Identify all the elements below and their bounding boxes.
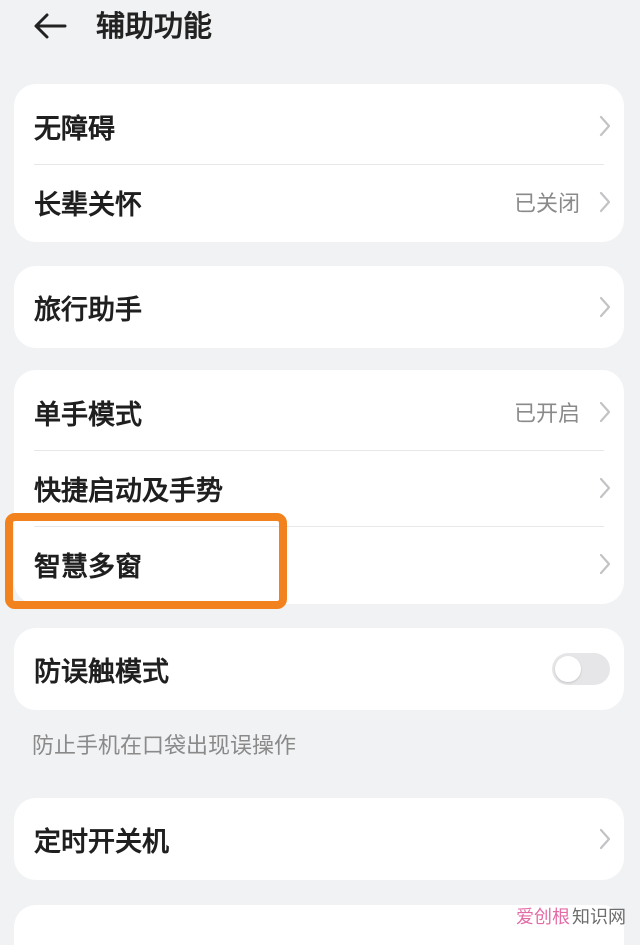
row-label: 长辈关怀 bbox=[34, 189, 142, 221]
row-label: 智慧多窗 bbox=[34, 551, 142, 583]
row-label: 单手模式 bbox=[34, 399, 142, 431]
status-value: 已关闭 bbox=[513, 192, 580, 217]
row-label: 快捷启动及手势 bbox=[34, 475, 223, 507]
chevron-right-icon bbox=[596, 398, 614, 426]
chevron-right-icon bbox=[596, 825, 614, 853]
watermark-brand: 爱创根 bbox=[516, 907, 570, 928]
anti-mistouch-description: 防止手机在口袋出现误操作 bbox=[32, 734, 297, 759]
page-title: 辅助功能 bbox=[96, 9, 213, 43]
row-travel-assistant[interactable]: 旅行助手 bbox=[14, 269, 624, 345]
arrow-left-icon bbox=[34, 13, 67, 39]
settings-card-4: 防误触模式 bbox=[14, 628, 624, 710]
chevron-right-icon bbox=[596, 188, 614, 216]
status-value: 已开启 bbox=[513, 402, 580, 427]
header-bar: 辅助功能 bbox=[0, 0, 640, 60]
settings-card-2: 旅行助手 bbox=[14, 266, 624, 348]
row-label: 定时开关机 bbox=[34, 826, 169, 858]
chevron-right-icon bbox=[596, 293, 614, 321]
anti-mistouch-toggle[interactable] bbox=[552, 653, 610, 685]
back-button[interactable] bbox=[28, 8, 72, 44]
settings-card-5: 定时开关机 bbox=[14, 798, 624, 880]
row-anti-mistouch: 防误触模式 bbox=[14, 631, 624, 707]
row-smart-multiwindow[interactable]: 智慧多窗 bbox=[14, 526, 624, 602]
chevron-right-icon bbox=[596, 550, 614, 578]
row-label: 无障碍 bbox=[34, 113, 115, 145]
chevron-right-icon bbox=[596, 474, 614, 502]
row-scheduled-power[interactable]: 定时开关机 bbox=[14, 801, 624, 877]
settings-card-3: 单手模式 已开启 快捷启动及手势 智慧多窗 bbox=[14, 370, 624, 604]
row-elder-care[interactable]: 长辈关怀 已关闭 bbox=[14, 164, 624, 240]
row-shortcuts-gestures[interactable]: 快捷启动及手势 bbox=[14, 450, 624, 526]
chevron-right-icon bbox=[596, 112, 614, 140]
row-one-hand-mode[interactable]: 单手模式 已开启 bbox=[14, 374, 624, 450]
row-label: 旅行助手 bbox=[34, 294, 142, 326]
watermark: 爱创根 知识网 bbox=[516, 903, 626, 929]
watermark-site: 知识网 bbox=[572, 907, 626, 928]
row-accessibility[interactable]: 无障碍 bbox=[14, 88, 624, 164]
toggle-knob bbox=[555, 656, 581, 682]
row-label: 防误触模式 bbox=[34, 656, 169, 688]
settings-card-1: 无障碍 长辈关怀 已关闭 bbox=[14, 84, 624, 242]
